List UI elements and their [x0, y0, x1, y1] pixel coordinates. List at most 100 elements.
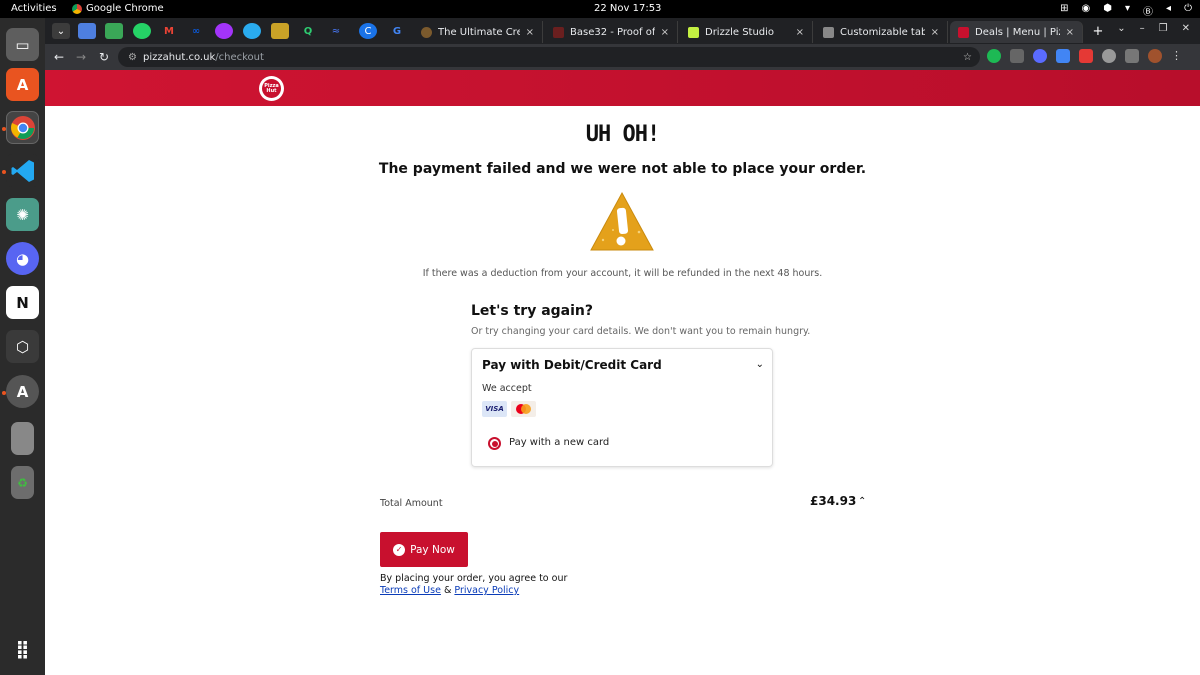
- power-icon[interactable]: ⏻: [1184, 3, 1192, 18]
- tab-pizza-hut[interactable]: Deals | Menu | Pizza H ×: [950, 21, 1083, 43]
- pinned-tab-icon[interactable]: Q: [299, 23, 317, 39]
- close-tab-icon[interactable]: ×: [796, 27, 804, 38]
- files-icon[interactable]: ▭: [6, 28, 39, 61]
- tab-search-icon[interactable]: ⌄: [52, 23, 70, 39]
- terms-of-use-link[interactable]: Terms of Use: [380, 585, 441, 596]
- pizza-hut-logo[interactable]: Pizza Hut: [259, 76, 284, 101]
- total-amount-value: £34.93: [810, 494, 857, 508]
- new-card-label[interactable]: Pay with a new card: [509, 437, 609, 448]
- notion-icon[interactable]: N: [6, 286, 39, 319]
- trash-icon[interactable]: ♻: [11, 466, 34, 499]
- tab-favicon: [823, 26, 834, 38]
- restore-icon[interactable]: ❐: [1159, 23, 1168, 34]
- close-tab-icon[interactable]: ×: [931, 27, 939, 38]
- google-tab-icon[interactable]: G: [388, 23, 406, 39]
- tab-customizable-table[interactable]: Customizable table o ×: [815, 21, 948, 43]
- vscode-icon[interactable]: [6, 154, 39, 187]
- volume-icon[interactable]: ◂: [1166, 3, 1171, 18]
- gmail-tab-icon[interactable]: M: [160, 23, 178, 39]
- mastercard-icon: [511, 401, 536, 417]
- activities-button[interactable]: Activities: [11, 3, 57, 14]
- meta-tab-icon[interactable]: ∞: [187, 23, 205, 39]
- updater-icon[interactable]: A: [6, 375, 39, 408]
- tab-favicon: [553, 26, 564, 38]
- refund-note: If there was a deduction from your accou…: [422, 268, 823, 279]
- browser-toolbar: ← → ↻ ⚙ pizzahut.co.uk/checkout ☆ ⋮: [45, 44, 1200, 70]
- telegram-tab-icon[interactable]: [243, 23, 261, 39]
- new-card-radio[interactable]: [488, 437, 501, 450]
- minimize-icon[interactable]: –: [1140, 23, 1145, 34]
- legal-links: Terms of Use & Privacy Policy: [380, 585, 519, 596]
- discord-icon[interactable]: ◕: [6, 242, 39, 275]
- payment-method-title[interactable]: Pay with Debit/Credit Card: [482, 358, 662, 372]
- privacy-policy-link[interactable]: Privacy Policy: [454, 585, 519, 596]
- chatgpt-icon[interactable]: ✺: [6, 198, 39, 231]
- reload-icon[interactable]: ↻: [95, 48, 113, 66]
- pinned-tab-icon[interactable]: C: [359, 23, 377, 39]
- active-app-indicator[interactable]: Google Chrome: [72, 3, 164, 14]
- agreement-text: By placing your order, you agree to our: [380, 573, 568, 584]
- extension-icon[interactable]: [1079, 49, 1093, 63]
- window-controls: ⌄ – ❐ ✕: [1117, 23, 1190, 34]
- menu-kebab-icon[interactable]: ⋮: [1171, 49, 1182, 63]
- extensions-puzzle-icon[interactable]: [1125, 49, 1139, 63]
- pay-now-button[interactable]: ✓ Pay Now: [380, 532, 468, 567]
- extension-icon[interactable]: [987, 49, 1001, 63]
- tray-icon[interactable]: ⬢: [1103, 3, 1112, 18]
- system-tray[interactable]: ⊞ ◉ ⬢ ▾ Ⓑ ◂ ⏻: [1060, 3, 1192, 18]
- web-page: Pizza Hut UH OH! The payment failed and …: [45, 70, 1200, 675]
- tab-drizzle-studio[interactable]: Drizzle Studio ×: [680, 21, 813, 43]
- ampersand: &: [443, 585, 452, 596]
- warning-icon: [590, 191, 654, 251]
- pinned-tab-icon[interactable]: [271, 23, 289, 39]
- forward-icon[interactable]: →: [72, 48, 90, 66]
- extensions-bar: ⋮: [987, 49, 1182, 63]
- chevron-down-icon[interactable]: ⌄: [756, 359, 764, 370]
- tray-icon[interactable]: ⊞: [1060, 3, 1068, 18]
- chrome-icon: [10, 115, 35, 140]
- address-bar[interactable]: ⚙ pizzahut.co.uk/checkout ☆: [118, 47, 980, 67]
- clock[interactable]: 22 Nov 17:53: [594, 3, 661, 14]
- unity-icon[interactable]: ⬡: [6, 330, 39, 363]
- retry-heading: Let's try again?: [471, 303, 594, 319]
- close-tab-icon[interactable]: ×: [1066, 27, 1074, 38]
- failure-message: The payment failed and we were not able …: [378, 161, 867, 177]
- bookmark-star-icon[interactable]: ☆: [963, 52, 972, 63]
- url-path: /checkout: [215, 51, 264, 63]
- close-window-icon[interactable]: ✕: [1182, 23, 1190, 34]
- extension-icon[interactable]: [1010, 49, 1024, 63]
- show-apps-icon[interactable]: ⣿: [6, 633, 39, 666]
- close-tab-icon[interactable]: ×: [526, 27, 534, 38]
- url-domain: pizzahut.co.uk: [142, 51, 216, 63]
- tab-favicon: [958, 26, 969, 38]
- back-icon[interactable]: ←: [50, 48, 68, 66]
- tray-icon[interactable]: ◉: [1082, 3, 1091, 18]
- site-info-icon[interactable]: ⚙: [128, 52, 137, 63]
- tab-base32[interactable]: Base32 - Proof of co ×: [545, 21, 678, 43]
- translate-icon[interactable]: [1056, 49, 1070, 63]
- extension-icon[interactable]: [1033, 49, 1047, 63]
- drive-icon[interactable]: [11, 422, 34, 455]
- pinned-tab-icon[interactable]: [78, 23, 96, 39]
- tab-favicon: [421, 26, 432, 38]
- tab-list-icon[interactable]: ⌄: [1117, 23, 1125, 34]
- app-center-icon[interactable]: A: [6, 68, 39, 101]
- bluetooth-icon[interactable]: Ⓑ: [1143, 3, 1153, 18]
- tab-label: The Ultimate Creator: [438, 26, 520, 38]
- pinned-tab-icon[interactable]: ≈: [327, 23, 345, 39]
- system-top-bar: Activities Google Chrome 22 Nov 17:53 ⊞ …: [0, 0, 1200, 18]
- extension-icon[interactable]: [1102, 49, 1116, 63]
- messenger-tab-icon[interactable]: [215, 23, 233, 39]
- pinned-tab-icon[interactable]: [105, 23, 123, 39]
- pay-now-label: Pay Now: [410, 543, 455, 556]
- chrome-dock-icon[interactable]: [6, 111, 39, 144]
- new-tab-button[interactable]: +: [1089, 23, 1107, 39]
- close-tab-icon[interactable]: ×: [661, 27, 669, 38]
- whatsapp-tab-icon[interactable]: [133, 23, 151, 39]
- wifi-icon[interactable]: ▾: [1125, 3, 1130, 18]
- profile-avatar[interactable]: [1148, 49, 1162, 63]
- total-amount-label: Total Amount: [380, 498, 443, 509]
- site-header: Pizza Hut: [45, 70, 1200, 106]
- chevron-up-icon[interactable]: ⌃: [858, 496, 866, 507]
- tab-ultimate-creator[interactable]: The Ultimate Creator ×: [413, 21, 543, 43]
